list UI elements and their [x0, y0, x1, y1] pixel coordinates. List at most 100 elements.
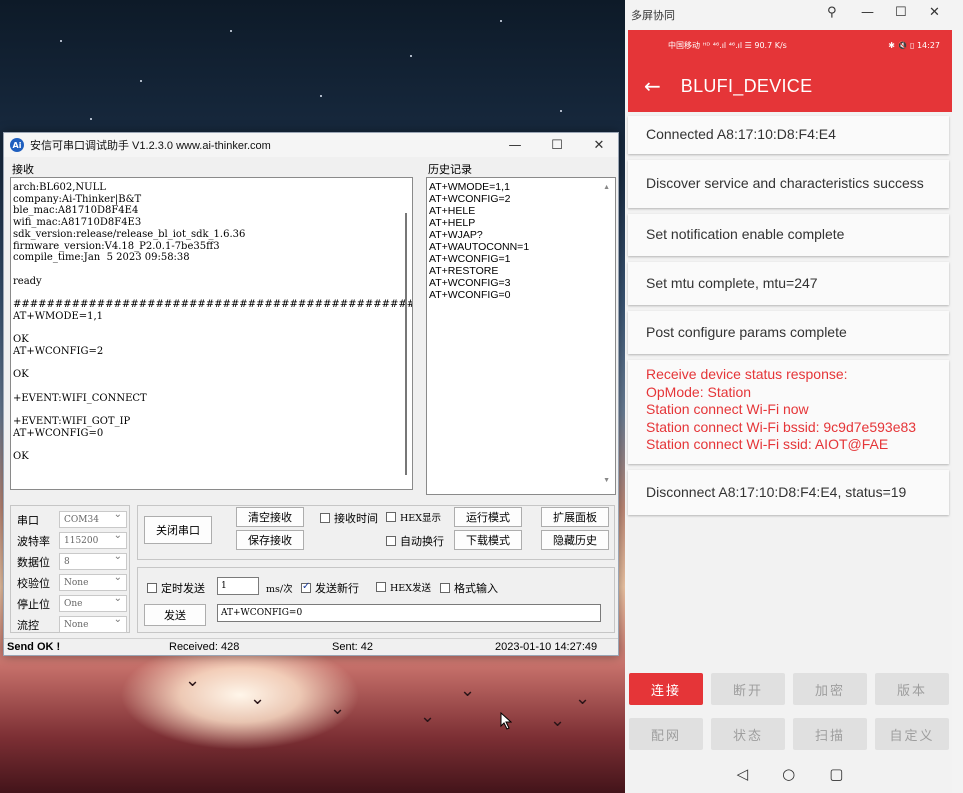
history-item[interactable]: AT+HELP	[429, 217, 613, 229]
received-count: Received: 428	[169, 641, 240, 653]
timed-send-label: 定时发送	[161, 582, 205, 595]
android-navbar: ◁ ○ ▢	[628, 757, 952, 791]
log-message: Post configure params complete	[628, 311, 949, 354]
receive-textarea[interactable]: arch:BL602,NULL company:Ai-Thinker|B&T b…	[10, 177, 413, 490]
multiscreen-title: 多屏协同	[631, 9, 675, 22]
stopbits-select[interactable]: One	[59, 593, 127, 612]
close-button[interactable]: ✕	[578, 133, 620, 157]
recv-time-label: 接收时间	[334, 512, 378, 525]
disconnect-button[interactable]: 断开	[711, 673, 785, 705]
param-label: 波特率	[17, 534, 50, 548]
history-item[interactable]: AT+WAUTOCONN=1	[429, 241, 613, 253]
maximize-button[interactable]: ☐	[895, 5, 907, 20]
scan-button[interactable]: 扫描	[793, 718, 867, 750]
nav-back-icon[interactable]: ◁	[737, 765, 749, 783]
param-label: 校验位	[17, 576, 50, 590]
clear-receive-button[interactable]: 清空接收	[236, 507, 304, 527]
phone-screen: 中国移动 ᴴᴰ ⁴⁶.ıl ⁴⁶.ıl ☰ 90.7 K/s ✱ 🔇 ▯ 14:…	[628, 30, 952, 793]
log-message: Set notification enable complete	[628, 214, 949, 256]
timed-send-checkbox[interactable]: 定时发送	[147, 580, 205, 596]
format-input-label: 格式输入	[454, 582, 498, 595]
nav-home-icon[interactable]: ○	[782, 765, 795, 783]
port-params-panel: 串口 COM34 波特率 115200 数据位 8 校验位 None 停止位 One 流控…	[10, 505, 130, 633]
pin-icon[interactable]: ⚲	[827, 5, 837, 20]
receive-label: 接收	[12, 163, 34, 176]
history-item[interactable]: AT+WCONFIG=0	[429, 289, 613, 301]
history-item[interactable]: AT+WCONFIG=3	[429, 277, 613, 289]
log-message: Set mtu complete, mtu=247	[628, 262, 949, 305]
hex-send-checkbox[interactable]: HEX发送	[376, 580, 431, 594]
ai-thinker-logo-icon: Ai	[10, 138, 24, 152]
param-label: 数据位	[17, 555, 50, 569]
hex-send-label: HEX发送	[390, 583, 431, 594]
status-bar: Send OK ! Received: 428 Sent: 42 2023-01…	[4, 638, 618, 655]
log-message: Connected A8:17:10:D8:F4:E4	[628, 116, 949, 154]
save-receive-button[interactable]: 保存接收	[236, 530, 304, 550]
log-message-status: Receive device status response: OpMode: …	[628, 360, 949, 464]
log-message: Discover service and characteristics suc…	[628, 160, 949, 208]
version-button[interactable]: 版本	[875, 673, 949, 705]
databits-select[interactable]: 8	[59, 551, 127, 570]
close-button[interactable]: ✕	[929, 5, 940, 20]
scroll-up-icon[interactable]: ▲	[603, 182, 610, 194]
send-status: Send OK !	[7, 641, 61, 653]
app-title: BLUFI_DEVICE	[680, 75, 813, 96]
receive-scrollbar[interactable]	[405, 213, 407, 475]
param-label: 停止位	[17, 597, 50, 611]
baud-select[interactable]: 115200	[59, 530, 127, 549]
phone-status-bar: 中国移动 ᴴᴰ ⁴⁶.ıl ⁴⁶.ıl ☰ 90.7 K/s ✱ 🔇 ▯ 14:…	[628, 30, 952, 60]
param-label: 流控	[17, 618, 39, 632]
send-newline-checkbox[interactable]: 发送新行	[301, 580, 359, 596]
sent-count: Sent: 42	[332, 641, 373, 653]
maximize-button[interactable]: ☐	[536, 133, 578, 157]
parity-select[interactable]: None	[59, 572, 127, 591]
history-item[interactable]: AT+WJAP?	[429, 229, 613, 241]
status-time: 2023-01-10 14:27:49	[495, 641, 598, 653]
auto-wrap-label: 自动换行	[400, 535, 444, 548]
history-item[interactable]: AT+HELE	[429, 205, 613, 217]
scroll-down-icon[interactable]: ▼	[603, 475, 610, 487]
minimize-button[interactable]: —	[861, 5, 874, 20]
back-arrow-icon[interactable]: ←	[644, 74, 661, 98]
hide-history-button[interactable]: 隐藏历史	[541, 530, 609, 550]
interval-unit: ms/次	[266, 584, 293, 595]
history-item[interactable]: AT+WCONFIG=2	[429, 193, 613, 205]
hex-display-checkbox[interactable]: HEX显示	[386, 510, 441, 524]
run-mode-button[interactable]: 运行模式	[454, 507, 522, 527]
expand-panel-button[interactable]: 扩展面板	[541, 507, 609, 527]
minimize-button[interactable]: —	[494, 133, 536, 157]
hex-display-label: HEX显示	[400, 513, 441, 524]
encrypt-button[interactable]: 加密	[793, 673, 867, 705]
configure-network-button[interactable]: 配网	[629, 718, 703, 750]
status-button[interactable]: 状态	[711, 718, 785, 750]
carrier-info: 中国移动 ᴴᴰ ⁴⁶.ıl ⁴⁶.ıl ☰ 90.7 K/s	[668, 40, 787, 50]
nav-recent-icon[interactable]: ▢	[829, 765, 843, 783]
download-mode-button[interactable]: 下载模式	[454, 530, 522, 550]
close-port-button[interactable]: 关闭串口	[144, 516, 212, 544]
history-label: 历史记录	[428, 163, 472, 176]
flowctrl-select[interactable]: None	[59, 614, 127, 633]
send-controls-group	[137, 567, 615, 633]
history-list[interactable]: AT+WMODE=1,1 AT+WCONFIG=2 AT+HELE AT+HEL…	[426, 177, 616, 495]
recv-time-checkbox[interactable]: 接收时间	[320, 510, 378, 526]
send-newline-label: 发送新行	[315, 582, 359, 595]
custom-button[interactable]: 自定义	[875, 718, 949, 750]
connect-button[interactable]: 连接	[629, 673, 703, 705]
port-select[interactable]: COM34	[59, 509, 127, 528]
log-message: Disconnect A8:17:10:D8:F4:E4, status=19	[628, 470, 949, 515]
multiscreen-titlebar[interactable]: 多屏协同	[625, 0, 963, 30]
send-input[interactable]: AT+WCONFIG=0	[217, 604, 601, 622]
window-title: 安信可串口调试助手 V1.2.3.0 www.ai-thinker.com	[30, 140, 271, 152]
history-item[interactable]: AT+WCONFIG=1	[429, 253, 613, 265]
app-bar: ← BLUFI_DEVICE	[628, 60, 952, 112]
auto-wrap-checkbox[interactable]: 自动换行	[386, 533, 444, 549]
serial-tool-window: Ai 安信可串口调试助手 V1.2.3.0 www.ai-thinker.com…	[3, 132, 619, 656]
mouse-pointer-icon	[500, 711, 513, 730]
param-label: 串口	[17, 513, 39, 527]
format-input-checkbox[interactable]: 格式输入	[440, 580, 498, 596]
send-button[interactable]: 发送	[144, 604, 206, 626]
history-item[interactable]: AT+WMODE=1,1	[429, 181, 613, 193]
interval-input[interactable]: 1	[217, 577, 259, 595]
multiscreen-window: 多屏协同 ⚲ — ☐ ✕ 中国移动 ᴴᴰ ⁴⁶.ıl ⁴⁶.ıl ☰ 90.7 …	[625, 0, 963, 793]
history-item[interactable]: AT+RESTORE	[429, 265, 613, 277]
